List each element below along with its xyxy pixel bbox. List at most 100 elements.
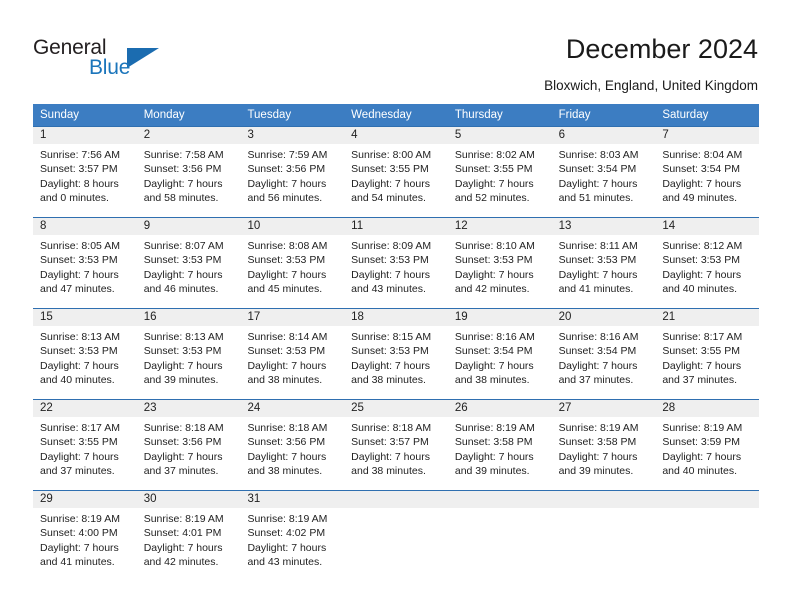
daylight-text: Daylight: 7 hours [247, 268, 327, 281]
sunrise-text: Sunrise: 8:19 AM [558, 422, 639, 434]
calendar-week-row: 29 Sunrise: 8:19 AM Sunset: 4:00 PM Dayl… [33, 490, 759, 581]
day-number: 28 [662, 402, 676, 414]
day-number: 10 [247, 220, 261, 232]
daylight-text: Daylight: 7 hours [247, 450, 327, 463]
calendar-day-cell[interactable]: 20 Sunrise: 8:16 AM Sunset: 3:54 PM Dayl… [552, 309, 656, 399]
day-number: 9 [143, 220, 151, 232]
calendar-day-cell[interactable]: 22 Sunrise: 8:17 AM Sunset: 3:55 PM Dayl… [33, 400, 137, 490]
calendar-day-cell[interactable]: 21 Sunrise: 8:17 AM Sunset: 3:55 PM Dayl… [655, 309, 759, 399]
daylight-text: Daylight: 7 hours [247, 541, 327, 554]
calendar-day-cell[interactable]: 12 Sunrise: 8:10 AM Sunset: 3:53 PM Dayl… [448, 218, 552, 308]
sunset-text: Sunset: 3:55 PM [454, 163, 533, 176]
calendar-day-cell[interactable]: 27 Sunrise: 8:19 AM Sunset: 3:58 PM Dayl… [552, 400, 656, 490]
sunrise-text: Sunrise: 8:18 AM [247, 422, 328, 434]
calendar-day-cell[interactable]: 25 Sunrise: 8:18 AM Sunset: 3:57 PM Dayl… [344, 400, 448, 490]
daylight-text-cont: and 38 minutes. [247, 373, 323, 386]
day-number [344, 491, 448, 508]
calendar-week-row: 8 Sunrise: 8:05 AM Sunset: 3:53 PM Dayli… [33, 217, 759, 308]
daylight-text-cont: and 37 minutes. [662, 373, 738, 386]
calendar-day-cell[interactable]: 28 Sunrise: 8:19 AM Sunset: 3:59 PM Dayl… [655, 400, 759, 490]
daylight-text: Daylight: 7 hours [351, 268, 430, 281]
day-number: 6 [558, 129, 565, 141]
page-title: December 2024 [565, 34, 758, 64]
weekday-header-sunday: Sunday [40, 109, 80, 121]
daylight-text-cont: and 40 minutes. [662, 282, 738, 295]
daylight-text: Daylight: 7 hours [351, 359, 430, 372]
calendar-day-cell[interactable]: 2 Sunrise: 7:58 AM Sunset: 3:56 PM Dayli… [137, 127, 241, 217]
sunset-text: Sunset: 3:56 PM [143, 163, 222, 176]
sunset-text: Sunset: 3:53 PM [454, 254, 533, 267]
day-number: 18 [351, 311, 364, 323]
location-subtitle: Bloxwich, England, United Kingdom [544, 78, 758, 93]
daylight-text: Daylight: 7 hours [662, 268, 742, 281]
sunrise-text: Sunrise: 8:19 AM [454, 422, 535, 434]
daylight-text: Daylight: 7 hours [247, 359, 327, 372]
calendar-day-cell[interactable]: 16 Sunrise: 8:13 AM Sunset: 3:53 PM Dayl… [137, 309, 241, 399]
calendar-day-cell[interactable]: 15 Sunrise: 8:13 AM Sunset: 3:53 PM Dayl… [33, 309, 137, 399]
daylight-text-cont: and 47 minutes. [40, 282, 115, 295]
daylight-text-cont: and 37 minutes. [143, 464, 219, 477]
calendar-day-cell[interactable]: 5 Sunrise: 8:02 AM Sunset: 3:55 PM Dayli… [448, 127, 552, 217]
calendar-day-cell[interactable]: 30 Sunrise: 8:19 AM Sunset: 4:01 PM Dayl… [137, 491, 241, 581]
calendar-day-cell[interactable]: 11 Sunrise: 8:09 AM Sunset: 3:53 PM Dayl… [344, 218, 448, 308]
daylight-text: Daylight: 7 hours [662, 450, 742, 463]
day-number: 22 [40, 402, 53, 414]
daylight-text-cont: and 39 minutes. [558, 464, 634, 477]
daylight-text: Daylight: 7 hours [351, 450, 430, 463]
calendar-day-cell[interactable]: 18 Sunrise: 8:15 AM Sunset: 3:53 PM Dayl… [344, 309, 448, 399]
calendar-day-cell[interactable]: 19 Sunrise: 8:16 AM Sunset: 3:54 PM Dayl… [448, 309, 552, 399]
day-number [655, 491, 759, 508]
calendar-week-row: 1 Sunrise: 7:56 AM Sunset: 3:57 PM Dayli… [33, 126, 759, 217]
sunset-text: Sunset: 3:53 PM [351, 345, 429, 358]
calendar-day-cell[interactable]: 24 Sunrise: 8:18 AM Sunset: 3:56 PM Dayl… [240, 400, 344, 490]
sunset-text: Sunset: 3:54 PM [558, 345, 637, 358]
sunset-text: Sunset: 3:53 PM [247, 345, 326, 358]
daylight-text: Daylight: 7 hours [143, 359, 223, 372]
sunset-text: Sunset: 3:56 PM [143, 436, 222, 449]
sunset-text: Sunset: 3:54 PM [662, 163, 740, 176]
calendar-day-cell[interactable]: 17 Sunrise: 8:14 AM Sunset: 3:53 PM Dayl… [240, 309, 344, 399]
weekday-header-row: Sunday Monday Tuesday Wednesday Thursday… [33, 104, 759, 126]
calendar-day-cell[interactable]: 9 Sunrise: 8:07 AM Sunset: 3:53 PM Dayli… [137, 218, 241, 308]
calendar-day-cell[interactable]: 8 Sunrise: 8:05 AM Sunset: 3:53 PM Dayli… [33, 218, 137, 308]
sunset-text: Sunset: 3:57 PM [351, 436, 429, 449]
day-number: 30 [143, 493, 157, 505]
daylight-text-cont: and 40 minutes. [40, 373, 115, 386]
sunrise-text: Sunrise: 8:14 AM [247, 331, 328, 343]
daylight-text: Daylight: 7 hours [143, 541, 223, 554]
logo-text-blue: Blue [89, 56, 131, 79]
calendar-day-cell-empty [655, 491, 759, 581]
page-header: General Blue December 2024 Bloxwich, Eng… [0, 0, 792, 100]
calendar-day-cell-empty [448, 491, 552, 581]
sunrise-text: Sunrise: 8:11 AM [558, 240, 638, 252]
calendar-day-cell[interactable]: 29 Sunrise: 8:19 AM Sunset: 4:00 PM Dayl… [33, 491, 137, 581]
calendar-page: General Blue December 2024 Bloxwich, Eng… [0, 0, 792, 612]
sunrise-text: Sunrise: 8:12 AM [662, 240, 743, 252]
sunset-text: Sunset: 3:53 PM [143, 254, 222, 267]
sunrise-text: Sunrise: 8:15 AM [351, 331, 432, 343]
daylight-text: Daylight: 7 hours [40, 541, 119, 554]
daylight-text-cont: and 39 minutes. [143, 373, 219, 386]
sunrise-text: Sunrise: 8:05 AM [40, 240, 120, 252]
calendar-day-cell[interactable]: 3 Sunrise: 7:59 AM Sunset: 3:56 PM Dayli… [240, 127, 344, 217]
calendar-day-cell[interactable]: 10 Sunrise: 8:08 AM Sunset: 3:53 PM Dayl… [240, 218, 344, 308]
daylight-text-cont: and 38 minutes. [247, 464, 323, 477]
day-number: 5 [454, 129, 462, 141]
calendar-day-cell[interactable]: 13 Sunrise: 8:11 AM Sunset: 3:53 PM Dayl… [552, 218, 656, 308]
sunset-text: Sunset: 3:56 PM [247, 163, 326, 176]
calendar-day-cell-empty [552, 491, 656, 581]
calendar-day-cell[interactable]: 14 Sunrise: 8:12 AM Sunset: 3:53 PM Dayl… [655, 218, 759, 308]
daylight-text: Daylight: 7 hours [662, 359, 742, 372]
calendar-day-cell[interactable]: 1 Sunrise: 7:56 AM Sunset: 3:57 PM Dayli… [33, 127, 137, 217]
daylight-text: Daylight: 7 hours [351, 177, 430, 190]
calendar-day-cell[interactable]: 31 Sunrise: 8:19 AM Sunset: 4:02 PM Dayl… [240, 491, 344, 581]
day-number [448, 491, 552, 508]
calendar-day-cell[interactable]: 4 Sunrise: 8:00 AM Sunset: 3:55 PM Dayli… [344, 127, 448, 217]
sunrise-text: Sunrise: 8:02 AM [454, 149, 535, 161]
calendar-day-cell[interactable]: 6 Sunrise: 8:03 AM Sunset: 3:54 PM Dayli… [552, 127, 656, 217]
daylight-text: Daylight: 7 hours [40, 450, 119, 463]
calendar-day-cell[interactable]: 23 Sunrise: 8:18 AM Sunset: 3:56 PM Dayl… [137, 400, 241, 490]
calendar-day-cell[interactable]: 26 Sunrise: 8:19 AM Sunset: 3:58 PM Dayl… [448, 400, 552, 490]
sunset-text: Sunset: 4:02 PM [247, 527, 326, 540]
calendar-day-cell[interactable]: 7 Sunrise: 8:04 AM Sunset: 3:54 PM Dayli… [655, 127, 759, 217]
